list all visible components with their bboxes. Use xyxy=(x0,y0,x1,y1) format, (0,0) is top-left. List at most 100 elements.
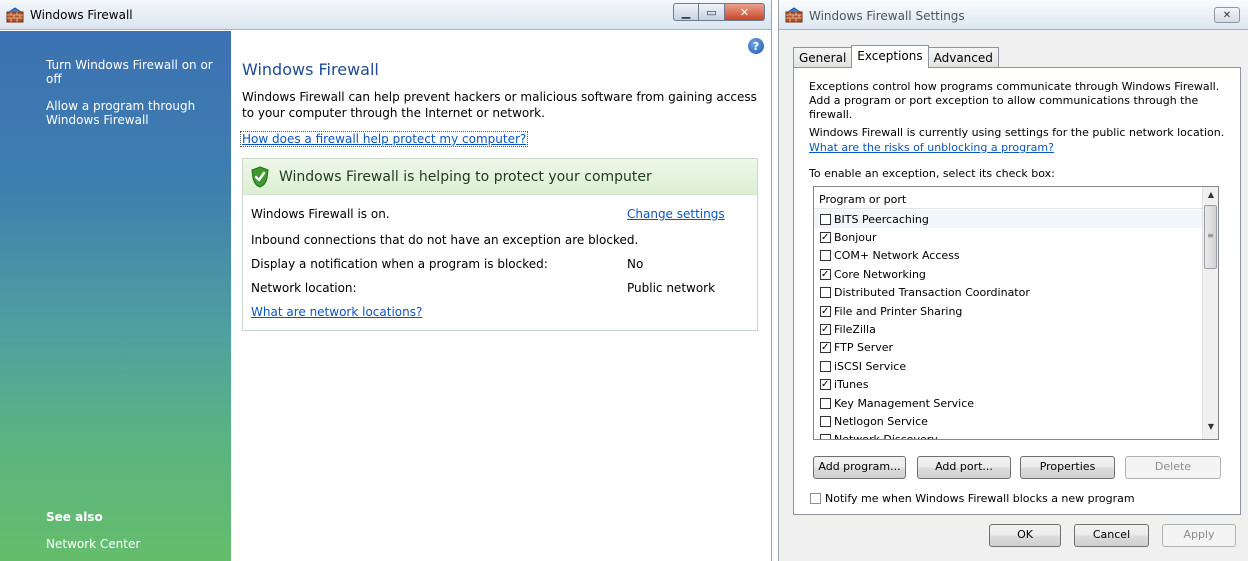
dialog-title-bar[interactable]: Windows Firewall Settings ✕ xyxy=(779,0,1248,30)
exception-label: Bonjour xyxy=(834,231,877,245)
status-panel: Windows Firewall is helping to protect y… xyxy=(242,158,758,331)
network-locations-link[interactable]: What are network locations? xyxy=(251,305,422,319)
status-row-label: Inbound connections that do not have an … xyxy=(251,233,639,247)
exception-checkbox[interactable] xyxy=(820,305,831,317)
exception-label: Key Management Service xyxy=(834,396,975,410)
risks-link[interactable]: What are the risks of unblocking a progr… xyxy=(809,141,1054,155)
page-description: Windows Firewall can help prevent hacker… xyxy=(242,90,757,120)
notify-checkbox[interactable] xyxy=(810,493,821,504)
exception-checkbox[interactable] xyxy=(820,324,831,336)
list-item[interactable]: COM+ Network Access xyxy=(814,247,1204,265)
shield-check-icon xyxy=(251,166,269,188)
scroll-down-arrow-icon[interactable]: ▼ xyxy=(1205,422,1217,436)
exception-label: Distributed Transaction Coordinator xyxy=(834,286,1030,300)
close-icon: ✕ xyxy=(739,5,750,19)
tab-strip: General Exceptions Advanced xyxy=(793,45,999,68)
tab-exceptions[interactable]: Exceptions xyxy=(851,45,929,68)
sidebar-link-network-center[interactable]: Network Center xyxy=(46,537,140,551)
status-row-label: Display a notification when a program is… xyxy=(251,257,548,271)
exception-checkbox[interactable] xyxy=(820,250,831,262)
title-bar[interactable]: Windows Firewall ▁ ▭ ✕ xyxy=(0,0,771,30)
apply-button[interactable]: Apply xyxy=(1162,524,1236,547)
exception-label: iSCSI Service xyxy=(834,359,907,373)
list-item[interactable]: Bonjour xyxy=(814,228,1204,246)
list-item[interactable]: FTP Server xyxy=(814,339,1204,357)
status-row-label: Network location: xyxy=(251,281,357,295)
exception-checkbox[interactable] xyxy=(820,287,831,299)
exception-label: Core Networking xyxy=(834,267,926,281)
list-item[interactable]: Netlogon Service xyxy=(814,412,1204,430)
exception-checkbox[interactable] xyxy=(820,360,831,372)
instruction-text: To enable an exception, select its check… xyxy=(809,167,1055,180)
exception-label: File and Printer Sharing xyxy=(834,304,963,318)
list-item[interactable]: File and Printer Sharing xyxy=(814,302,1204,320)
list-item[interactable]: iSCSI Service xyxy=(814,357,1204,375)
exception-label: COM+ Network Access xyxy=(834,249,960,263)
exception-label: FTP Server xyxy=(834,341,894,355)
exception-label: Network Discovery xyxy=(834,433,938,440)
scroll-up-arrow-icon[interactable]: ▲ xyxy=(1205,190,1217,204)
task-sidebar: Turn Windows Firewall on or off Allow a … xyxy=(0,31,231,561)
exceptions-panel: Exceptions control how programs communic… xyxy=(793,67,1241,515)
network-location-value: Public network xyxy=(627,281,716,295)
scroll-thumb[interactable]: ≡ xyxy=(1204,205,1217,269)
list-rows: BITS Peercaching Bonjour COM+ Network Acce… xyxy=(814,210,1204,440)
list-item[interactable]: Core Networking xyxy=(814,265,1204,283)
window-title: Windows Firewall xyxy=(30,8,133,22)
windows-firewall-window: Windows Firewall ▁ ▭ ✕ Turn Windows Fire… xyxy=(0,0,772,561)
exception-checkbox[interactable] xyxy=(820,415,831,427)
exceptions-list[interactable]: Program or port BITS Peercaching Bonjour C… xyxy=(813,186,1219,440)
exception-checkbox[interactable] xyxy=(820,232,831,244)
notify-checkbox-row[interactable]: Notify me when Windows Firewall blocks a… xyxy=(810,492,1135,505)
dialog-close-button[interactable]: ✕ xyxy=(1214,7,1240,23)
delete-button[interactable]: Delete xyxy=(1125,456,1221,479)
page-title: Windows Firewall xyxy=(242,60,379,79)
firewall-settings-dialog: Windows Firewall Settings ✕ General Exce… xyxy=(778,0,1248,561)
exception-checkbox[interactable] xyxy=(820,379,831,391)
exception-checkbox[interactable] xyxy=(820,213,831,225)
minimize-icon: ▁ xyxy=(681,5,691,19)
notify-label: Notify me when Windows Firewall blocks a… xyxy=(825,492,1135,505)
list-item[interactable]: FileZilla xyxy=(814,320,1204,338)
exception-checkbox[interactable] xyxy=(820,342,831,354)
firewall-help-link[interactable]: How does a firewall help protect my comp… xyxy=(240,131,529,147)
dialog-title: Windows Firewall Settings xyxy=(809,9,965,23)
list-item[interactable]: BITS Peercaching xyxy=(814,210,1204,229)
tab-general[interactable]: General xyxy=(793,47,853,67)
exception-checkbox[interactable] xyxy=(820,434,831,439)
status-banner: Windows Firewall is helping to protect y… xyxy=(243,159,757,195)
sidebar-link-allow-program[interactable]: Allow a program through Windows Firewall xyxy=(46,99,216,127)
list-scrollbar[interactable]: ▲ ≡ ▼ xyxy=(1202,187,1218,439)
sidebar-link-turn-on-off[interactable]: Turn Windows Firewall on or off xyxy=(46,58,216,86)
list-item[interactable]: iTunes xyxy=(814,376,1204,394)
minimize-button[interactable]: ▁ xyxy=(673,3,699,21)
tab-advanced[interactable]: Advanced xyxy=(927,47,999,67)
main-content: Windows Firewall Windows Firewall can he… xyxy=(240,60,762,147)
status-banner-text: Windows Firewall is helping to protect y… xyxy=(279,169,652,185)
help-icon[interactable]: ? xyxy=(748,38,764,54)
exception-checkbox[interactable] xyxy=(820,397,831,409)
notification-value: No xyxy=(627,257,644,271)
properties-button[interactable]: Properties xyxy=(1020,456,1115,479)
exception-label: FileZilla xyxy=(834,323,876,337)
status-row-label: Windows Firewall is on. xyxy=(251,207,390,221)
location-text: Windows Firewall is currently using sett… xyxy=(809,126,1225,139)
change-settings-link[interactable]: Change settings xyxy=(627,207,725,221)
list-column-header[interactable]: Program or port xyxy=(814,187,1204,209)
list-item[interactable]: Distributed Transaction Coordinator xyxy=(814,284,1204,302)
maximize-button[interactable]: ▭ xyxy=(699,3,725,21)
add-program-button[interactable]: Add program... xyxy=(813,456,906,479)
exception-label: iTunes xyxy=(834,378,869,392)
exceptions-intro: Exceptions control how programs communic… xyxy=(809,80,1220,121)
exception-checkbox[interactable] xyxy=(820,268,831,280)
close-icon: ✕ xyxy=(1222,9,1232,21)
exception-label: BITS Peercaching xyxy=(834,212,929,226)
ok-button[interactable]: OK xyxy=(989,524,1061,547)
close-button[interactable]: ✕ xyxy=(725,3,765,21)
cancel-button[interactable]: Cancel xyxy=(1074,524,1149,547)
list-item[interactable]: Network Discovery xyxy=(814,431,1204,440)
list-item[interactable]: Key Management Service xyxy=(814,394,1204,412)
add-port-button[interactable]: Add port... xyxy=(917,456,1011,479)
exception-label: Netlogon Service xyxy=(834,414,928,428)
maximize-icon: ▭ xyxy=(706,5,717,19)
